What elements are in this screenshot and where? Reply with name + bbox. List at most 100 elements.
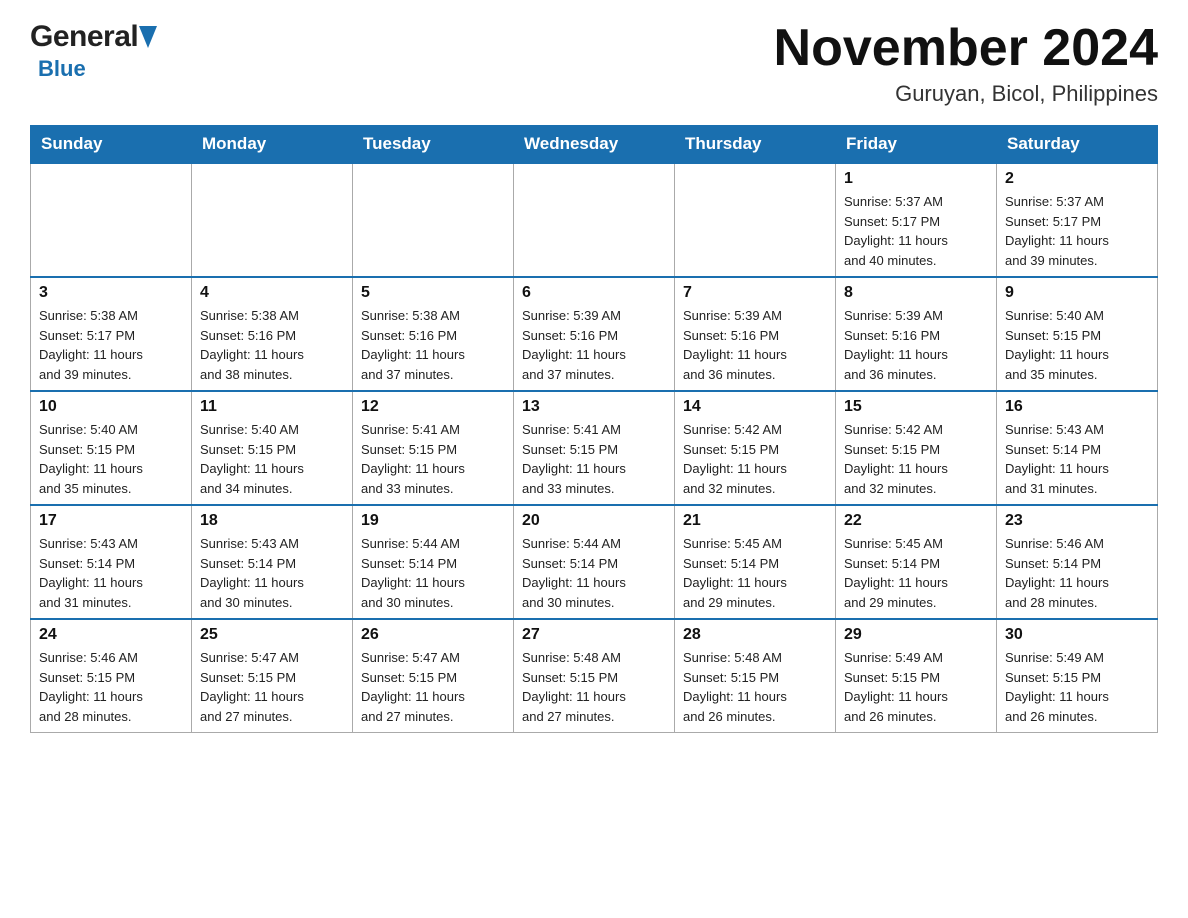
header-wednesday: Wednesday (514, 126, 675, 164)
table-row: 28Sunrise: 5:48 AM Sunset: 5:15 PM Dayli… (675, 619, 836, 733)
calendar-week-row: 10 Sunrise: 5:40 AM Sunset: 5:15 PM Dayli… (31, 391, 1158, 505)
day-number: 30 (1005, 626, 1149, 644)
day-number: 14 (683, 398, 827, 416)
header-sunday: Sunday (31, 126, 192, 164)
day-info: Sunrise: 5:43 AM Sunset: 5:14 PM Dayligh… (200, 534, 344, 612)
day-number: 11 (200, 398, 344, 416)
calendar-week-row: 24 Sunrise: 5:46 AM Sunset: 5:15 PM Dayli… (31, 619, 1158, 733)
day-number: 24 (39, 626, 183, 644)
day-info: Sunrise: 5:43 AM Sunset: 5:14 PM Dayligh… (39, 534, 183, 612)
day-info: Sunrise: 5:40 AM Sunset: 5:15 PM Dayligh… (39, 420, 183, 498)
table-row: 20 Sunrise: 5:44 AM Sunset: 5:14 PM Dayli… (514, 505, 675, 619)
day-number: 29 (844, 626, 988, 644)
table-row (353, 163, 514, 277)
day-info: Sunrise: 5:37 AM Sunset: 5:17 PM Dayligh… (1005, 192, 1149, 270)
day-info: Sunrise: 5:38 AM Sunset: 5:16 PM Dayligh… (200, 306, 344, 384)
day-number: 23 (1005, 512, 1149, 530)
table-row: 21 Sunrise: 5:45 AM Sunset: 5:14 PM Dayli… (675, 505, 836, 619)
day-info: Sunrise: 5:45 AM Sunset: 5:14 PM Dayligh… (844, 534, 988, 612)
table-row: 24 Sunrise: 5:46 AM Sunset: 5:15 PM Dayli… (31, 619, 192, 733)
table-row: 13Sunrise: 5:41 AM Sunset: 5:15 PM Dayli… (514, 391, 675, 505)
header-tuesday: Tuesday (353, 126, 514, 164)
table-row: 29 Sunrise: 5:49 AM Sunset: 5:15 PM Dayli… (836, 619, 997, 733)
day-number: 6 (522, 284, 666, 302)
table-row: 19 Sunrise: 5:44 AM Sunset: 5:14 PM Dayli… (353, 505, 514, 619)
table-row (31, 163, 192, 277)
header-thursday: Thursday (675, 126, 836, 164)
table-row: 8Sunrise: 5:39 AM Sunset: 5:16 PM Daylig… (836, 277, 997, 391)
table-row: 16 Sunrise: 5:43 AM Sunset: 5:14 PM Dayli… (997, 391, 1158, 505)
day-info: Sunrise: 5:45 AM Sunset: 5:14 PM Dayligh… (683, 534, 827, 612)
weekday-header-row: Sunday Monday Tuesday Wednesday Thursday… (31, 126, 1158, 164)
table-row: 25 Sunrise: 5:47 AM Sunset: 5:15 PM Dayli… (192, 619, 353, 733)
day-info: Sunrise: 5:40 AM Sunset: 5:15 PM Dayligh… (200, 420, 344, 498)
day-number: 5 (361, 284, 505, 302)
calendar-week-row: 3 Sunrise: 5:38 AM Sunset: 5:17 PM Daylig… (31, 277, 1158, 391)
day-info: Sunrise: 5:42 AM Sunset: 5:15 PM Dayligh… (844, 420, 988, 498)
day-number: 10 (39, 398, 183, 416)
header-saturday: Saturday (997, 126, 1158, 164)
day-info: Sunrise: 5:44 AM Sunset: 5:14 PM Dayligh… (361, 534, 505, 612)
logo-blue-text: Blue (38, 56, 86, 82)
table-row: 14Sunrise: 5:42 AM Sunset: 5:15 PM Dayli… (675, 391, 836, 505)
day-info: Sunrise: 5:46 AM Sunset: 5:14 PM Dayligh… (1005, 534, 1149, 612)
day-info: Sunrise: 5:41 AM Sunset: 5:15 PM Dayligh… (361, 420, 505, 498)
table-row (514, 163, 675, 277)
table-row: 10 Sunrise: 5:40 AM Sunset: 5:15 PM Dayli… (31, 391, 192, 505)
table-row: 30 Sunrise: 5:49 AM Sunset: 5:15 PM Dayli… (997, 619, 1158, 733)
day-info: Sunrise: 5:38 AM Sunset: 5:17 PM Dayligh… (39, 306, 183, 384)
day-info: Sunrise: 5:44 AM Sunset: 5:14 PM Dayligh… (522, 534, 666, 612)
logo-arrow-icon (139, 26, 157, 48)
table-row: 5Sunrise: 5:38 AM Sunset: 5:16 PM Daylig… (353, 277, 514, 391)
day-info: Sunrise: 5:40 AM Sunset: 5:15 PM Dayligh… (1005, 306, 1149, 384)
day-number: 21 (683, 512, 827, 530)
table-row: 23 Sunrise: 5:46 AM Sunset: 5:14 PM Dayli… (997, 505, 1158, 619)
logo: General Blue (30, 20, 157, 82)
day-info: Sunrise: 5:47 AM Sunset: 5:15 PM Dayligh… (361, 648, 505, 726)
day-info: Sunrise: 5:46 AM Sunset: 5:15 PM Dayligh… (39, 648, 183, 726)
day-number: 15 (844, 398, 988, 416)
table-row: 9Sunrise: 5:40 AM Sunset: 5:15 PM Daylig… (997, 277, 1158, 391)
location-subtitle: Guruyan, Bicol, Philippines (774, 81, 1158, 107)
table-row: 12 Sunrise: 5:41 AM Sunset: 5:15 PM Dayli… (353, 391, 514, 505)
table-row: 17Sunrise: 5:43 AM Sunset: 5:14 PM Dayli… (31, 505, 192, 619)
day-number: 27 (522, 626, 666, 644)
table-row: 6 Sunrise: 5:39 AM Sunset: 5:16 PM Daylig… (514, 277, 675, 391)
table-row (192, 163, 353, 277)
day-number: 26 (361, 626, 505, 644)
day-info: Sunrise: 5:49 AM Sunset: 5:15 PM Dayligh… (1005, 648, 1149, 726)
day-number: 1 (844, 170, 988, 188)
day-info: Sunrise: 5:39 AM Sunset: 5:16 PM Dayligh… (522, 306, 666, 384)
day-number: 18 (200, 512, 344, 530)
calendar-week-row: 17Sunrise: 5:43 AM Sunset: 5:14 PM Dayli… (31, 505, 1158, 619)
day-number: 4 (200, 284, 344, 302)
table-row: 26 Sunrise: 5:47 AM Sunset: 5:15 PM Dayli… (353, 619, 514, 733)
day-number: 3 (39, 284, 183, 302)
day-number: 12 (361, 398, 505, 416)
month-title: November 2024 (774, 20, 1158, 77)
page-header: General Blue November 2024 Guruyan, Bico… (30, 20, 1158, 107)
table-row (675, 163, 836, 277)
day-number: 7 (683, 284, 827, 302)
logo-general-text: General (30, 20, 138, 54)
title-section: November 2024 Guruyan, Bicol, Philippine… (774, 20, 1158, 107)
day-number: 25 (200, 626, 344, 644)
table-row: 4 Sunrise: 5:38 AM Sunset: 5:16 PM Daylig… (192, 277, 353, 391)
day-info: Sunrise: 5:47 AM Sunset: 5:15 PM Dayligh… (200, 648, 344, 726)
day-number: 19 (361, 512, 505, 530)
day-number: 8 (844, 284, 988, 302)
day-info: Sunrise: 5:41 AM Sunset: 5:15 PM Dayligh… (522, 420, 666, 498)
day-info: Sunrise: 5:43 AM Sunset: 5:14 PM Dayligh… (1005, 420, 1149, 498)
day-info: Sunrise: 5:39 AM Sunset: 5:16 PM Dayligh… (683, 306, 827, 384)
table-row: 7 Sunrise: 5:39 AM Sunset: 5:16 PM Daylig… (675, 277, 836, 391)
table-row: 11 Sunrise: 5:40 AM Sunset: 5:15 PM Dayli… (192, 391, 353, 505)
table-row: 3 Sunrise: 5:38 AM Sunset: 5:17 PM Daylig… (31, 277, 192, 391)
calendar-table: Sunday Monday Tuesday Wednesday Thursday… (30, 125, 1158, 733)
table-row: 22Sunrise: 5:45 AM Sunset: 5:14 PM Dayli… (836, 505, 997, 619)
day-number: 20 (522, 512, 666, 530)
day-info: Sunrise: 5:48 AM Sunset: 5:15 PM Dayligh… (522, 648, 666, 726)
day-info: Sunrise: 5:37 AM Sunset: 5:17 PM Dayligh… (844, 192, 988, 270)
day-number: 16 (1005, 398, 1149, 416)
day-info: Sunrise: 5:49 AM Sunset: 5:15 PM Dayligh… (844, 648, 988, 726)
header-monday: Monday (192, 126, 353, 164)
